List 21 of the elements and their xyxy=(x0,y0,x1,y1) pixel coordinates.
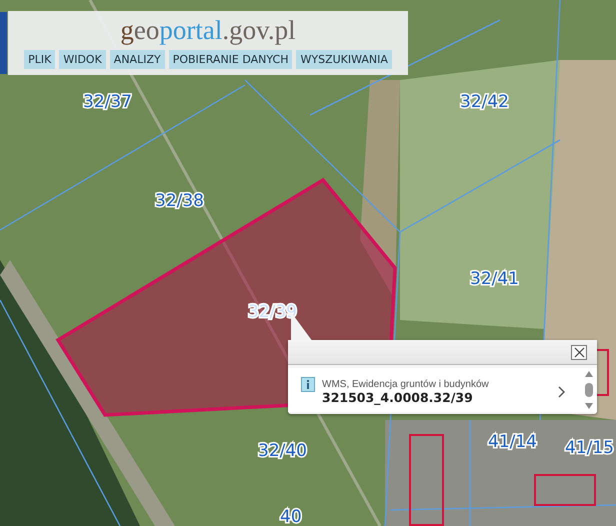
parcel-label: 41/15 xyxy=(565,438,614,458)
close-icon[interactable] xyxy=(571,344,587,360)
parcel-label: 41/14 xyxy=(488,432,537,452)
menu-button[interactable]: WIDOK xyxy=(59,50,106,69)
site-logo[interactable]: geoportal.gov.pl xyxy=(120,13,296,47)
parcel-label: 32/41 xyxy=(470,269,519,289)
parcel-label: 32/39 xyxy=(248,302,297,322)
menu-button[interactable]: PLIK xyxy=(24,50,56,69)
building-outline xyxy=(534,474,596,506)
menu-button[interactable]: ANALIZY xyxy=(110,50,165,69)
chevron-right-icon[interactable] xyxy=(558,386,566,398)
parcel-label: 32/38 xyxy=(155,191,204,211)
layer-name: WMS, Ewidencja gruntów i budynków xyxy=(322,379,490,390)
parcel-label: 32/40 xyxy=(258,441,307,461)
parcel-label: 32/42 xyxy=(460,92,509,112)
menu-button[interactable]: WYSZUKIWANIA xyxy=(296,50,392,69)
parcel-label: 40 xyxy=(280,507,302,526)
parcel-identifier: 321503_4.0008.32/39 xyxy=(322,390,474,405)
menu-button[interactable]: POBIERANIE DANYCH xyxy=(168,50,292,69)
parcel-label: 32/37 xyxy=(83,92,132,112)
info-icon xyxy=(301,377,315,392)
